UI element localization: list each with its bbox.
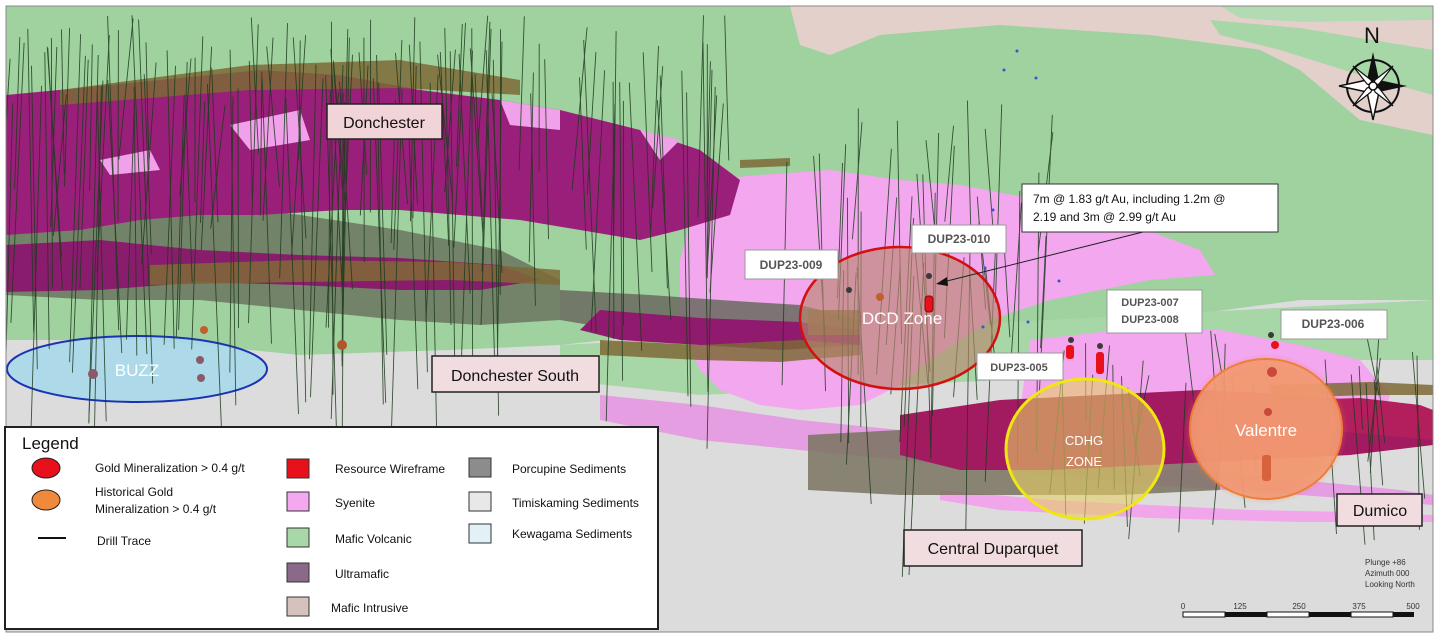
- legend-label-historical-1: Historical Gold: [95, 485, 173, 499]
- legend-title: Legend: [22, 434, 79, 453]
- hole-label-dup23-008: DUP23-008: [1121, 314, 1178, 326]
- plunge-text: Plunge +86: [1365, 558, 1406, 567]
- central-duparquet-label: Central Duparquet: [928, 541, 1059, 558]
- geology-section-map: Donchester Donchester South BUZZ DCD Zon…: [4, 5, 1434, 633]
- legend-swatch-mafic-intrusive: [286, 596, 310, 617]
- hole-label-dup23-005: DUP23-005: [990, 362, 1047, 374]
- legend-swatch-syenite: [286, 491, 310, 512]
- legend-swatch-ultramafic: [286, 562, 310, 583]
- assay-callout-line-2: 2.19 and 3m @ 2.99 g/t Au: [1033, 210, 1176, 224]
- cdhg-zone-label-1: CDHG: [1065, 433, 1103, 448]
- legend-label-drill-trace: Drill Trace: [97, 534, 151, 548]
- legend-label-syenite: Syenite: [335, 496, 375, 510]
- scale-tick-500: 500: [1406, 602, 1420, 611]
- legend-swatch-kewagama: [468, 523, 492, 544]
- legend-swatch-mafic-volcanic: [286, 527, 310, 548]
- scale-tick-375: 375: [1352, 602, 1366, 611]
- looking-text: Looking North: [1365, 580, 1415, 589]
- legend-label-mafic-volcanic: Mafic Volcanic: [335, 532, 412, 546]
- hole-label-dup23-006: DUP23-006: [1302, 317, 1365, 331]
- cdhg-zone-ellipse: [1004, 377, 1166, 521]
- legend-swatch-timiskaming: [468, 491, 492, 512]
- dcd-zone-label: DCD Zone: [862, 309, 942, 328]
- legend-label-kewagama: Kewagama Sediments: [512, 527, 632, 541]
- legend: Legend Gold Mineralization > 0.4 g/t His…: [4, 426, 659, 630]
- legend-label-resource: Resource Wireframe: [335, 462, 445, 476]
- hole-label-dup23-010: DUP23-010: [928, 232, 991, 246]
- valentre-label: Valentre: [1235, 421, 1297, 440]
- legend-swatch-porcupine: [468, 457, 492, 478]
- hole-label-dup23-007: DUP23-007: [1121, 297, 1178, 309]
- legend-label-historical-2: Mineralization > 0.4 g/t: [95, 502, 217, 516]
- drill-trace: [237, 88, 239, 329]
- legend-label-timiskaming: Timiskaming Sediments: [512, 496, 639, 510]
- donchester-label: Donchester: [343, 115, 425, 132]
- scale-tick-125: 125: [1233, 602, 1247, 611]
- cdhg-zone-label-2: ZONE: [1066, 454, 1102, 469]
- legend-label-gold: Gold Mineralization > 0.4 g/t: [95, 461, 245, 475]
- north-label: N: [1364, 23, 1380, 48]
- legend-swatch-gold: [31, 457, 61, 479]
- scale-tick-0: 0: [1181, 602, 1186, 611]
- donchester-south-label: Donchester South: [451, 368, 579, 385]
- legend-label-ultramafic: Ultramafic: [335, 567, 389, 581]
- assay-callout-line-1: 7m @ 1.83 g/t Au, including 1.2m @: [1033, 192, 1225, 206]
- legend-swatch-historical-gold: [31, 489, 61, 511]
- buzz-label: BUZZ: [115, 361, 159, 380]
- scale-tick-250: 250: [1292, 602, 1306, 611]
- hole-label-dup23-009: DUP23-009: [760, 258, 823, 272]
- legend-label-porcupine: Porcupine Sediments: [512, 462, 626, 476]
- dumico-label: Dumico: [1353, 503, 1407, 520]
- legend-label-mafic-intrusive: Mafic Intrusive: [331, 601, 409, 615]
- azimuth-text: Azimuth 000: [1365, 569, 1410, 578]
- legend-swatch-resource: [286, 458, 310, 479]
